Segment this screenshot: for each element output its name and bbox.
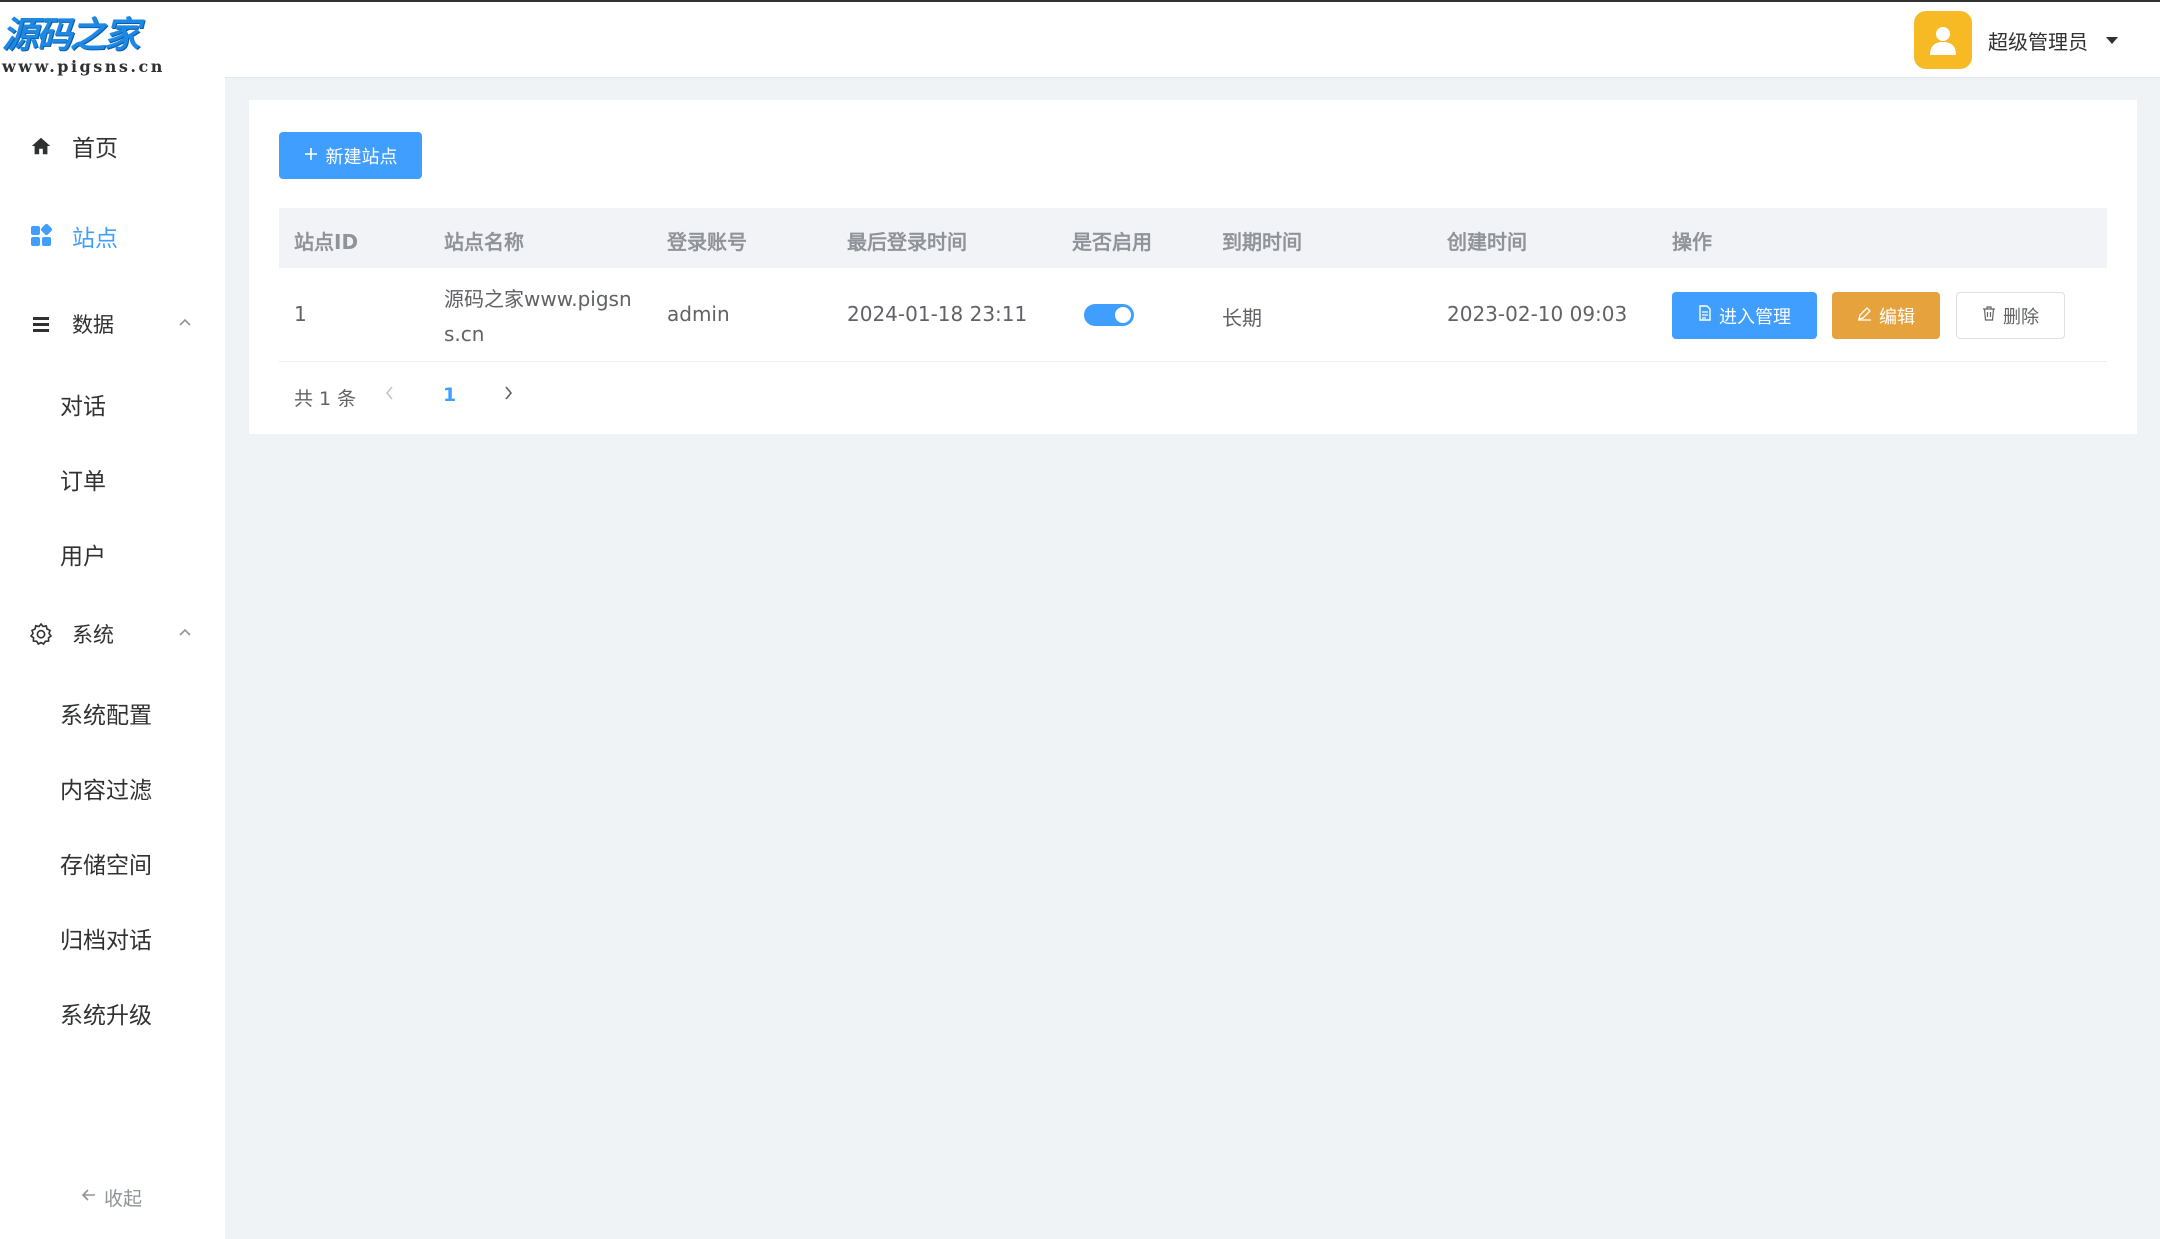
document-icon	[1698, 305, 1712, 326]
sidebar-group-label: 数据	[72, 313, 114, 337]
new-site-button[interactable]: 新建站点	[279, 132, 422, 179]
sites-table: 站点ID 站点名称 登录账号 最后登录时间 是否启用 到期时间 创建时间 操作 …	[279, 208, 2107, 362]
column-header-name[interactable]: 站点名称	[444, 226, 524, 255]
arrow-left-icon	[80, 1186, 98, 1209]
avatar	[1914, 11, 1972, 69]
sidebar-group-data[interactable]: 数据	[0, 306, 225, 342]
edit-icon	[1857, 305, 1872, 326]
logo-url: www.pigsns.cn	[2, 57, 165, 76]
sidebar-group-system[interactable]: 系统	[0, 616, 225, 652]
sidebar-item-system-config[interactable]: 系统配置	[60, 696, 152, 730]
enter-manage-button[interactable]: 进入管理	[1672, 292, 1817, 339]
sidebar-item-home[interactable]: 首页	[0, 128, 225, 164]
table-row: 1 源码之家www.pigsns.cn admin 2024-01-18 23:…	[279, 268, 2107, 362]
sidebar-item-archived-conversations[interactable]: 归档对话	[60, 921, 152, 955]
chevron-up-icon	[176, 314, 196, 334]
chevron-left-icon[interactable]	[383, 384, 397, 407]
sidebar-group-label: 系统	[72, 623, 114, 647]
trash-icon	[1982, 305, 1996, 326]
cell-site-id: 1	[294, 302, 307, 326]
sidebar-item-conversations[interactable]: 对话	[60, 387, 106, 421]
cell-site-name: 源码之家www.pigsns.cn	[444, 287, 632, 346]
collapse-label: 收起	[104, 1188, 143, 1210]
chevron-right-icon[interactable]	[501, 384, 515, 407]
sidebar-item-label: 站点	[72, 226, 118, 252]
grid-icon	[28, 223, 54, 249]
table-header: 站点ID 站点名称 登录账号 最后登录时间 是否启用 到期时间 创建时间 操作	[279, 208, 2107, 268]
cell-last-login: 2024-01-18 23:11	[847, 302, 1028, 326]
new-site-label: 新建站点	[325, 146, 398, 168]
edit-label: 编辑	[1879, 306, 1915, 328]
cell-account: admin	[667, 302, 730, 326]
enabled-toggle[interactable]	[1084, 304, 1134, 326]
column-header-expire[interactable]: 到期时间	[1222, 226, 1302, 255]
user-name: 超级管理员	[1988, 29, 2088, 54]
list-icon	[28, 311, 54, 337]
sidebar-item-orders[interactable]: 订单	[60, 462, 106, 496]
column-header-last-login[interactable]: 最后登录时间	[847, 226, 967, 255]
delete-button[interactable]: 删除	[1956, 292, 2065, 339]
sidebar: 源码之家 www.pigsns.cn 首页 站点 数据 对话 订单 用户 系统 …	[0, 2, 225, 1239]
column-header-created[interactable]: 创建时间	[1447, 226, 1527, 255]
toggle-knob	[1115, 307, 1131, 323]
sidebar-item-sites[interactable]: 站点	[0, 218, 225, 254]
plus-icon	[304, 145, 318, 166]
pagination-total: 共 1 条	[294, 388, 357, 410]
sidebar-item-label: 首页	[72, 136, 118, 162]
user-menu[interactable]: 超级管理员	[1914, 10, 2118, 70]
caret-down-icon	[2106, 36, 2118, 44]
sidebar-item-system-upgrade[interactable]: 系统升级	[60, 996, 152, 1030]
sidebar-item-content-filter[interactable]: 内容过滤	[60, 771, 152, 805]
edit-button[interactable]: 编辑	[1832, 292, 1940, 339]
column-header-id[interactable]: 站点ID	[294, 226, 358, 255]
top-header: 超级管理员	[225, 2, 2160, 78]
user-icon	[1930, 27, 1956, 55]
delete-label: 删除	[2003, 306, 2039, 328]
sites-panel: 新建站点 站点ID 站点名称 登录账号 最后登录时间 是否启用 到期时间 创建时…	[249, 100, 2137, 434]
home-icon	[28, 133, 54, 159]
column-header-actions: 操作	[1672, 230, 1712, 254]
logo-title: 源码之家	[2, 15, 140, 56]
cell-created: 2023-02-10 09:03	[1447, 302, 1628, 326]
pagination: 共 1 条 1	[279, 372, 679, 410]
sidebar-item-storage[interactable]: 存储空间	[60, 846, 152, 880]
chevron-up-icon	[176, 624, 196, 644]
column-header-account[interactable]: 登录账号	[667, 226, 747, 255]
cell-expire: 长期	[1222, 306, 1262, 330]
logo[interactable]: 源码之家 www.pigsns.cn	[2, 16, 192, 78]
gear-icon	[28, 621, 54, 647]
page-number[interactable]: 1	[443, 384, 456, 406]
column-header-enabled[interactable]: 是否启用	[1072, 226, 1152, 255]
sidebar-item-users[interactable]: 用户	[60, 537, 106, 571]
collapse-sidebar-button[interactable]: 收起	[80, 1184, 142, 1211]
enter-manage-label: 进入管理	[1719, 306, 1791, 328]
